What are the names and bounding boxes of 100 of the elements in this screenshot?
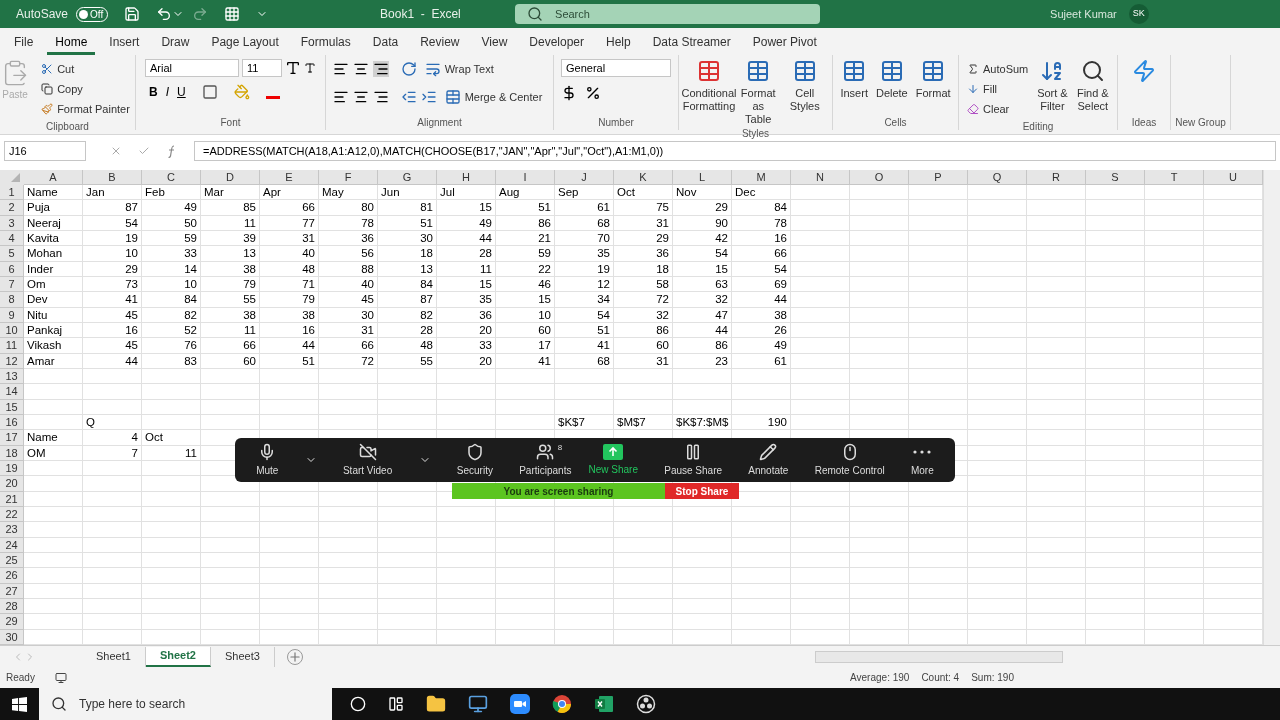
sheet-cell[interactable]: 15 — [673, 261, 732, 276]
sheet-cell[interactable]: 61 — [732, 353, 791, 368]
column-header[interactable]: I — [496, 170, 555, 185]
fill-color-icon[interactable] — [233, 84, 250, 100]
sheet-cell[interactable]: 49 — [142, 200, 201, 215]
meeting-button[interactable]: Annotate — [748, 442, 789, 478]
clear-button[interactable]: Clear — [963, 99, 1033, 119]
ribbon-tab[interactable]: Review — [412, 31, 468, 55]
sheet-cell[interactable]: Oct — [142, 430, 201, 445]
sheet-cell[interactable]: 38 — [732, 307, 791, 322]
sheet-cell[interactable]: 90 — [673, 215, 732, 230]
ribbon-button[interactable]: Conditional Formatting — [683, 59, 735, 113]
sheet-cell[interactable]: 60 — [614, 338, 673, 353]
ribbon-button[interactable]: Cell Styles — [781, 59, 828, 113]
column-header[interactable]: A — [24, 170, 83, 185]
sheet-cell[interactable]: Q — [83, 414, 142, 430]
meeting-button[interactable]: Mute — [256, 442, 279, 478]
sheet-cell[interactable]: 45 — [83, 338, 142, 353]
sheet-cell[interactable]: OM — [24, 445, 83, 460]
sheet-cell[interactable]: Jul — [437, 185, 496, 200]
center-icon[interactable] — [352, 89, 369, 105]
sheet-cell[interactable]: Name — [24, 185, 83, 200]
italic-button[interactable]: I — [165, 83, 169, 101]
sheet-cell[interactable]: 31 — [614, 215, 673, 230]
sheet-cell[interactable]: 60 — [496, 322, 555, 338]
sheet-tab[interactable]: Sheet3 — [210, 646, 275, 667]
search-field[interactable]: Search — [515, 4, 821, 24]
sheet-cell[interactable]: 18 — [378, 246, 437, 261]
copy-button[interactable]: Copy — [37, 79, 134, 99]
sheet-cell[interactable]: 49 — [732, 338, 791, 353]
meeting-button[interactable]: Pause Share — [664, 442, 723, 478]
sheet-cell[interactable]: 21 — [496, 231, 555, 246]
ribbon-tab[interactable]: Data Streamer — [644, 31, 739, 55]
sheet-cell[interactable]: Amar — [24, 353, 83, 368]
sheet-cell[interactable]: 31 — [260, 231, 319, 246]
sheet-cell[interactable]: Dec — [732, 185, 791, 200]
ribbon-tab[interactable]: Draw — [153, 31, 198, 55]
sheet-cell[interactable]: 54 — [555, 307, 614, 322]
meeting-button[interactable]: Security — [456, 442, 493, 478]
sheet-cell[interactable]: 69 — [732, 276, 791, 292]
ribbon-button[interactable]: Format as Table — [735, 59, 782, 126]
align-left-icon[interactable] — [332, 89, 349, 105]
borders-icon[interactable] — [201, 84, 218, 100]
sheet-cell[interactable]: Kavita — [24, 231, 83, 246]
bold-button[interactable]: B — [149, 83, 158, 101]
sheet-cell[interactable]: 16 — [732, 231, 791, 246]
ribbon-tab[interactable]: View — [473, 31, 516, 55]
sheet-cell[interactable]: 29 — [614, 231, 673, 246]
sheet-cell[interactable]: 88 — [319, 261, 378, 276]
sheet-cell[interactable]: 77 — [260, 215, 319, 230]
meeting-button[interactable]: New Share — [588, 443, 638, 477]
sheet-cell[interactable]: 44 — [673, 322, 732, 338]
sheet-cell[interactable]: 58 — [614, 276, 673, 292]
sheet-cell[interactable]: 13 — [201, 246, 260, 261]
autosum-button[interactable]: AutoSum — [963, 59, 1033, 79]
format-painter-button[interactable]: Format Painter — [37, 99, 134, 119]
sheet-cell[interactable]: 78 — [319, 215, 378, 230]
sheet-cell[interactable]: 190 — [732, 414, 791, 430]
sheet-cell[interactable]: 40 — [319, 276, 378, 292]
column-header[interactable]: L — [673, 170, 732, 185]
sheet-cell[interactable]: 32 — [673, 292, 732, 307]
row-header[interactable]: 2 — [0, 200, 24, 216]
sheet-cell[interactable]: 55 — [201, 292, 260, 307]
sheet-cell[interactable]: 70 — [555, 231, 614, 246]
sheet-cell[interactable]: 18 — [614, 261, 673, 276]
sheet-cell[interactable]: Aug — [496, 185, 555, 200]
sheet-cell[interactable]: 84 — [732, 200, 791, 215]
column-header[interactable]: D — [201, 170, 260, 185]
sheet-cell[interactable]: 45 — [83, 307, 142, 322]
sheet-cell[interactable]: Jun — [378, 185, 437, 200]
sheet-cell[interactable]: 51 — [555, 322, 614, 338]
column-header[interactable]: M — [732, 170, 791, 185]
sheet-cell[interactable]: 30 — [319, 307, 378, 322]
sheet-cell[interactable]: Nov — [673, 185, 732, 200]
column-header[interactable]: N — [791, 170, 850, 185]
sheet-cell[interactable]: 16 — [260, 322, 319, 338]
middle-align-icon[interactable] — [352, 61, 369, 77]
sheet-cell[interactable]: Jan — [83, 185, 142, 200]
sheet-cell[interactable]: 80 — [319, 200, 378, 215]
sheet-cell[interactable]: 82 — [142, 307, 201, 322]
bottom-align-icon[interactable] — [372, 61, 389, 77]
sheet-cell[interactable]: 38 — [201, 307, 260, 322]
orientation-icon[interactable] — [400, 61, 417, 77]
recorder-icon[interactable] — [636, 694, 656, 714]
row-header[interactable]: 29 — [0, 614, 24, 630]
sheet-cell[interactable]: 52 — [142, 322, 201, 338]
ribbon-tab[interactable]: Formulas — [292, 31, 359, 55]
sheet-cell[interactable]: 84 — [142, 292, 201, 307]
ribbon-tab[interactable]: Power Pivot — [744, 31, 825, 55]
stop-share-button[interactable]: Stop Share — [665, 483, 739, 499]
column-header[interactable]: T — [1145, 170, 1204, 185]
ribbon-button[interactable]: Find & Select — [1072, 59, 1113, 113]
sheet-cell[interactable]: 87 — [83, 200, 142, 215]
sheet-cell[interactable]: 14 — [142, 261, 201, 276]
cut-button[interactable]: Cut — [37, 59, 134, 79]
sheet-cell[interactable]: 42 — [673, 231, 732, 246]
table-icon[interactable] — [224, 6, 241, 22]
sheet-cell[interactable]: 41 — [83, 292, 142, 307]
row-header[interactable]: 14 — [0, 384, 24, 400]
ribbon-tab[interactable]: File — [6, 31, 42, 55]
